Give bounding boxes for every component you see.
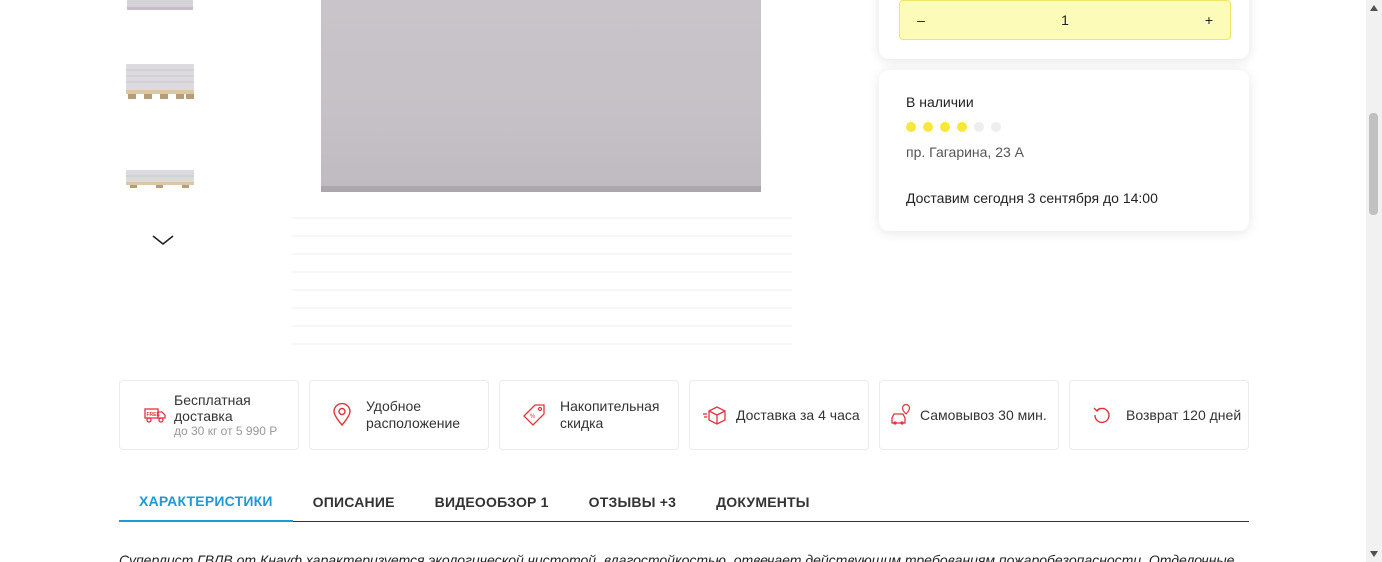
stock-status: В наличии [906,94,974,110]
stock-dot-empty [974,122,984,132]
tab-description[interactable]: ОПИСАНИЕ [293,482,415,522]
feature-title: Накопительная скидка [560,398,660,431]
store-address[interactable]: пр. Гагарина, 23 А [906,144,1222,160]
fast-delivery-box-icon [703,406,726,425]
scroll-down-arrow-icon [1370,551,1378,557]
stock-dot-filled [940,122,950,132]
stock-dot-filled [923,122,933,132]
feature-free-delivery[interactable]: FREE Бесплатная доставка до 30 кг от 5 9… [119,380,299,450]
feature-title: Бесплатная доставка [174,391,251,424]
location-pin-icon [333,403,351,427]
scroll-down-button[interactable] [1366,547,1382,561]
quantity-card: – + [879,0,1249,59]
stock-dot-filled [906,122,916,132]
thumbnail-sheet[interactable] [119,0,201,24]
feature-return[interactable]: Возврат 120 дней [1069,380,1249,450]
quantity-decrease-button[interactable]: – [912,12,930,28]
tab-documents[interactable]: ДОКУМЕНТЫ [696,482,830,522]
product-image-reflection [292,205,792,345]
tab-characteristics[interactable]: ХАРАКТЕРИСТИКИ [119,482,293,522]
free-delivery-truck-icon: FREE [144,408,166,423]
stock-level-indicator [906,122,1222,132]
scroll-up-arrow-icon [1370,5,1378,11]
pickup-car-icon [891,403,911,425]
delivery-estimate: Доставим сегодня 3 сентября до 14:00 [906,190,1158,206]
tab-video-review[interactable]: ВИДЕООБЗОР 1 [415,482,569,522]
drywall-sheet-thumbnail [127,0,193,10]
drywall-pallet-thumbnail [126,64,194,99]
stock-dot-filled [957,122,967,132]
feature-discount[interactable]: % Накопительная скидка [499,380,679,450]
quantity-increase-button[interactable]: + [1200,12,1218,28]
svg-text:%: % [530,414,536,420]
scrollbar-thumb[interactable] [1369,113,1378,215]
page-scrollbar[interactable] [1366,0,1382,562]
feature-title: Самовывоз 30 мин. [920,406,1047,423]
product-description-text: Суперлист ГВЛВ от Кнауф характеризуется … [119,552,1235,562]
feature-subtitle: до 30 кг от 5 990 Р [174,423,278,438]
return-arrow-icon [1093,407,1110,424]
feature-title: Удобное расположение [366,398,461,431]
chevron-down-icon [152,235,174,246]
feature-title: Возврат 120 дней [1126,406,1242,423]
drywall-stack-thumbnail [126,170,194,188]
feature-pickup[interactable]: Самовывоз 30 мин. [879,380,1059,450]
product-main-image[interactable] [321,0,761,192]
features-row: FREE Бесплатная доставка до 30 кг от 5 9… [119,380,1249,450]
feature-location[interactable]: Удобное расположение [309,380,489,450]
quantity-input[interactable] [1025,12,1105,28]
feature-title: Доставка за 4 часа [736,406,860,423]
stock-dot-empty [991,122,1001,132]
scroll-up-button[interactable] [1366,1,1382,15]
stock-card: В наличии пр. Гагарина, 23 А Доставим се… [879,70,1249,231]
svg-text:FREE: FREE [147,412,161,418]
thumbnail-pallet[interactable] [119,46,201,118]
discount-tag-icon: % [523,404,545,426]
feature-fast-delivery[interactable]: Доставка за 4 часа [689,380,869,450]
tab-reviews[interactable]: ОТЗЫВЫ +3 [569,482,696,522]
quantity-stepper: – + [899,0,1231,40]
thumbnail-stack[interactable] [119,142,201,214]
product-tabs: ХАРАКТЕРИСТИКИ ОПИСАНИЕ ВИДЕООБЗОР 1 ОТЗ… [119,482,1249,522]
thumbnails-next-button[interactable] [150,232,176,248]
